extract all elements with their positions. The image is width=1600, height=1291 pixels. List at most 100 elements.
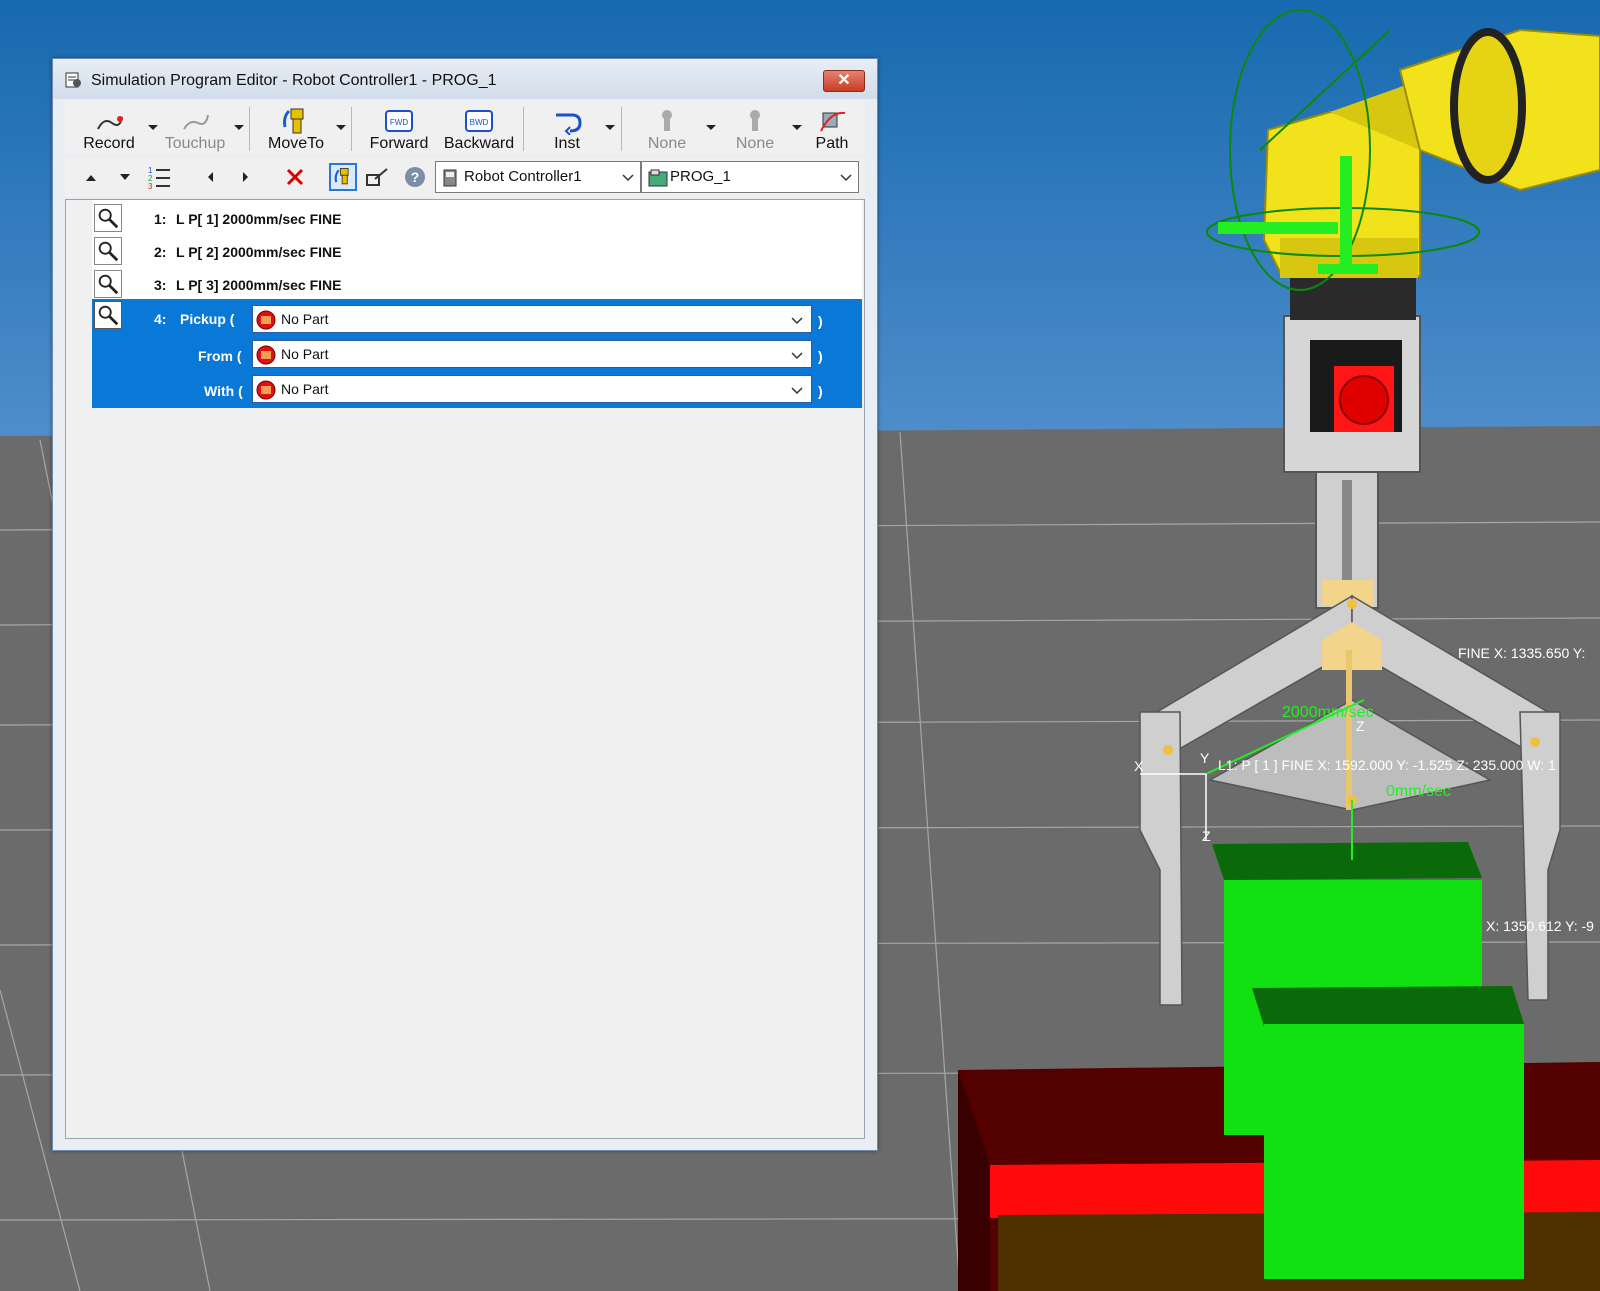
magnifier-icon[interactable] (94, 270, 122, 298)
line-number: 1: (154, 211, 167, 227)
none-button-2[interactable]: None (717, 101, 793, 155)
simulation-program-editor-window[interactable]: Simulation Program Editor - Robot Contro… (52, 58, 878, 1151)
chevron-down-icon (622, 174, 634, 182)
forward-icon-text: FWD (390, 118, 408, 127)
axis-y-label: Y (1200, 750, 1210, 766)
toolbar-separator (249, 107, 250, 151)
program-editor-icon (65, 72, 81, 88)
scene-label-speed-2: 0mm/sec (1386, 783, 1451, 800)
program-select[interactable]: PROG_1 (641, 161, 859, 193)
pickup-keyword: Pickup ( (180, 311, 235, 327)
from-part-select[interactable]: No Part (252, 340, 812, 368)
edit-point-icon[interactable] (363, 163, 391, 191)
chevron-down-icon (791, 352, 803, 360)
renumber-list-icon[interactable]: 123 (145, 163, 173, 191)
line-instruction: L P[ 2] 2000mm/sec FINE (176, 244, 342, 260)
none-button-1[interactable]: None (629, 101, 705, 155)
record-button[interactable]: Record (69, 101, 149, 155)
scene-label-position: L1: P [ 1 ] FINE X: 1592.000 Y: -1.525 Z… (1218, 757, 1556, 773)
backward-icon-text: BWD (470, 118, 489, 127)
record-icon (97, 116, 123, 130)
magnifier-icon[interactable] (94, 204, 122, 232)
inst-button[interactable]: Inst (535, 101, 599, 155)
moveto-label: MoveTo (267, 135, 325, 152)
toolbar-separator (523, 107, 524, 151)
title-bar[interactable]: Simulation Program Editor - Robot Contro… (53, 59, 877, 99)
none-label-2: None (735, 135, 775, 152)
help-icon[interactable]: ? (401, 163, 429, 191)
forward-label: Forward (369, 135, 429, 152)
pickup-part-select[interactable]: No Part (252, 305, 812, 333)
program-line-list[interactable]: 1: L P[ 1] 2000mm/sec FINE 2: L P[ 2] 20… (65, 199, 865, 1139)
touchup-dropdown-arrow[interactable] (234, 125, 244, 130)
axis-z-label-2: Z (1356, 718, 1365, 734)
svg-text:?: ? (411, 169, 420, 185)
robot-moveto-icon (283, 108, 304, 134)
program-line-3[interactable]: 3: L P[ 3] 2000mm/sec FINE (92, 268, 862, 300)
no-part-icon (256, 345, 276, 365)
from-keyword: From ( (198, 348, 242, 364)
chevron-down-icon (791, 387, 803, 395)
path-label: Path (815, 135, 849, 152)
path-button[interactable]: Path (801, 101, 863, 155)
line-number: 3: (154, 277, 167, 293)
touchup-label: Touchup (164, 135, 226, 152)
inst-dropdown-arrow[interactable] (605, 125, 615, 130)
with-keyword: With ( (204, 383, 243, 399)
line-number: 4: (154, 311, 167, 327)
path-icon (820, 111, 846, 132)
record-label: Record (83, 135, 135, 152)
line-instruction: L P[ 1] 2000mm/sec FINE (176, 211, 342, 227)
close-paren: ) (818, 313, 823, 329)
controller-select-value: Robot Controller1 (464, 168, 582, 185)
controller-select[interactable]: Robot Controller1 (435, 161, 641, 193)
no-part-icon (256, 310, 276, 330)
line-number: 2: (154, 244, 167, 260)
move-down-icon[interactable] (111, 163, 139, 191)
none-label-1: None (647, 135, 687, 152)
chevron-down-icon (791, 317, 803, 325)
svg-text:3: 3 (148, 182, 153, 191)
none-dropdown-arrow-1[interactable] (706, 125, 716, 130)
with-part-value: No Part (281, 381, 329, 397)
program-line-2[interactable]: 2: L P[ 2] 2000mm/sec FINE (92, 235, 862, 267)
backward-icon: BWD (465, 110, 493, 132)
robot-touchup-icon[interactable] (329, 163, 357, 191)
with-part-select[interactable]: No Part (252, 375, 812, 403)
main-toolbar: Record Touchup MoveTo FWD Forward BWD Ba… (65, 101, 865, 155)
program-line-1[interactable]: 1: L P[ 1] 2000mm/sec FINE (92, 202, 862, 234)
toolbar-separator (351, 107, 352, 151)
next-icon[interactable] (231, 163, 259, 191)
axis-z-label: Z (1202, 828, 1211, 844)
moveto-button[interactable]: MoveTo (257, 101, 335, 155)
delete-icon[interactable] (281, 163, 309, 191)
move-up-icon[interactable] (77, 163, 105, 191)
line-instruction: L P[ 3] 2000mm/sec FINE (176, 277, 342, 293)
previous-icon[interactable] (197, 163, 225, 191)
forward-button[interactable]: FWD Forward (359, 101, 439, 155)
toolbar-separator (621, 107, 622, 151)
forward-icon: FWD (385, 110, 413, 132)
touchup-icon (183, 114, 209, 130)
moveto-dropdown-arrow[interactable] (336, 125, 346, 130)
magnifier-icon[interactable] (94, 301, 122, 329)
close-paren: ) (818, 383, 823, 399)
instruction-icon (556, 113, 582, 135)
program-line-4-pickup[interactable]: 4: Pickup ( From ( With ( No Part No Par… (92, 299, 862, 408)
close-paren: ) (818, 348, 823, 364)
backward-button[interactable]: BWD Backward (439, 101, 519, 155)
pickup-part-value: No Part (281, 311, 329, 327)
window-title: Simulation Program Editor - Robot Contro… (91, 72, 497, 89)
close-button[interactable]: ✕ (823, 70, 865, 92)
scene-label-fine-xy: FINE X: 1335.650 Y: (1458, 645, 1586, 661)
inst-label: Inst (554, 135, 580, 152)
touchup-button[interactable]: Touchup (157, 101, 233, 155)
no-part-icon (256, 380, 276, 400)
magnifier-icon[interactable] (94, 237, 122, 265)
controller-icon (443, 169, 457, 187)
backward-label: Backward (443, 135, 515, 152)
chevron-down-icon (840, 174, 852, 182)
tool-disabled-icon (750, 110, 760, 131)
tool-disabled-icon (662, 110, 672, 131)
program-icon (648, 169, 668, 187)
